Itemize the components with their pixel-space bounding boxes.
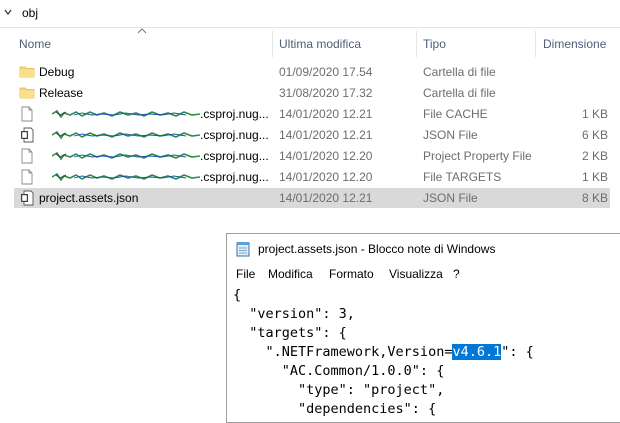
file-type: Project Property File [423, 149, 532, 163]
redacted-name-scribble [52, 151, 200, 161]
menu-modifica[interactable]: Modifica [268, 267, 313, 281]
file-name: Release [39, 86, 84, 100]
list-item[interactable]: .csproj.nug... 14/01/2020 12.20 Project … [14, 146, 610, 166]
chevron-down-icon[interactable] [3, 7, 13, 17]
file-size: 1 KB [581, 170, 608, 184]
redacted-name-scribble [52, 172, 200, 182]
text-line-prefix: ".NETFramework,Version= [233, 344, 453, 360]
notepad-titlebar[interactable]: project.assets.json - Blocco note di Win… [227, 234, 620, 264]
text-line: { [233, 287, 242, 303]
file-type: Cartella di file [423, 65, 496, 79]
text-line: "targets": { [233, 325, 347, 341]
selected-text[interactable]: v4.6.1 [452, 344, 502, 360]
column-headers: Nome Ultima modifica Tipo Dimensione [0, 28, 620, 59]
notepad-icon [236, 242, 250, 257]
file-type: File TARGETS [423, 170, 502, 184]
file-modified: 14/01/2020 12.21 [279, 191, 373, 205]
notepad-text-area[interactable]: { "version": 3, "targets": { ".NETFramew… [233, 286, 620, 419]
file-icon [21, 169, 33, 185]
notepad-menubar: File Modifica Formato Visualizza ? [227, 264, 620, 284]
menu-help[interactable]: ? [453, 267, 460, 281]
folder-icon [19, 87, 35, 99]
file-size: 8 KB [581, 191, 608, 205]
redacted-name-scribble [52, 109, 200, 119]
sort-ascending-icon [137, 28, 147, 34]
notepad-window[interactable]: project.assets.json - Blocco note di Win… [226, 233, 620, 423]
menu-formato[interactable]: Formato [329, 267, 374, 281]
file-modified: 14/01/2020 12.20 [279, 170, 373, 184]
notepad-title: project.assets.json - Blocco note di Win… [258, 242, 496, 256]
file-name: Debug [39, 65, 75, 79]
text-line: "version": 3, [233, 306, 355, 322]
file-type: JSON File [423, 128, 478, 142]
list-item[interactable]: .csproj.nug... 14/01/2020 12.21 JSON Fil… [14, 125, 610, 145]
column-header-size[interactable]: Dimensione [543, 37, 606, 51]
text-line-suffix: ": { [501, 344, 534, 360]
file-type: Cartella di file [423, 86, 496, 100]
file-name: .csproj.nug... [200, 149, 269, 163]
text-line: ".NETFramework,Version=v4.6.1": { [233, 343, 620, 362]
json-file-icon [21, 127, 34, 143]
json-file-icon [21, 190, 34, 206]
list-item[interactable]: Debug 01/09/2020 17.54 Cartella di file [14, 62, 610, 82]
file-modified: 14/01/2020 12.21 [279, 128, 373, 142]
file-name: .csproj.nug... [200, 128, 269, 142]
list-item[interactable]: Release 31/08/2020 17.32 Cartella di fil… [14, 83, 610, 103]
text-line: "dependencies": { [233, 401, 437, 417]
column-divider[interactable] [272, 31, 273, 57]
breadcrumb-folder[interactable]: obj [22, 6, 38, 20]
file-type: File CACHE [423, 107, 488, 121]
file-modified: 31/08/2020 17.32 [279, 86, 373, 100]
list-item[interactable]: .csproj.nug... 14/01/2020 12.20 File TAR… [14, 167, 610, 187]
column-divider[interactable] [416, 31, 417, 57]
breadcrumb: obj [0, 0, 620, 28]
list-item[interactable]: .csproj.nug... 14/01/2020 12.21 File CAC… [14, 104, 610, 124]
redacted-name-scribble [52, 130, 200, 140]
file-icon [21, 148, 33, 164]
file-modified: 14/01/2020 12.21 [279, 107, 373, 121]
column-header-name[interactable]: Nome [19, 37, 51, 51]
file-modified: 14/01/2020 12.20 [279, 149, 373, 163]
file-modified: 01/09/2020 17.54 [279, 65, 373, 79]
list-item-selected[interactable]: project.assets.json 14/01/2020 12.21 JSO… [14, 188, 610, 208]
file-name: .csproj.nug... [200, 107, 269, 121]
file-size: 1 KB [581, 107, 608, 121]
folder-icon [19, 66, 35, 78]
text-line: "AC.Common/1.0.0": { [233, 363, 445, 379]
file-icon [21, 106, 33, 122]
file-type: JSON File [423, 191, 478, 205]
column-header-modified[interactable]: Ultima modifica [279, 37, 361, 51]
menu-visualizza[interactable]: Visualizza [389, 267, 443, 281]
column-divider[interactable] [535, 31, 536, 57]
text-line: "type": "project", [233, 382, 445, 398]
file-size: 2 KB [581, 149, 608, 163]
menu-file[interactable]: File [236, 267, 255, 281]
file-name: .csproj.nug... [200, 170, 269, 184]
file-size: 6 KB [581, 128, 608, 142]
column-header-type[interactable]: Tipo [423, 37, 446, 51]
file-name: project.assets.json [39, 191, 139, 205]
